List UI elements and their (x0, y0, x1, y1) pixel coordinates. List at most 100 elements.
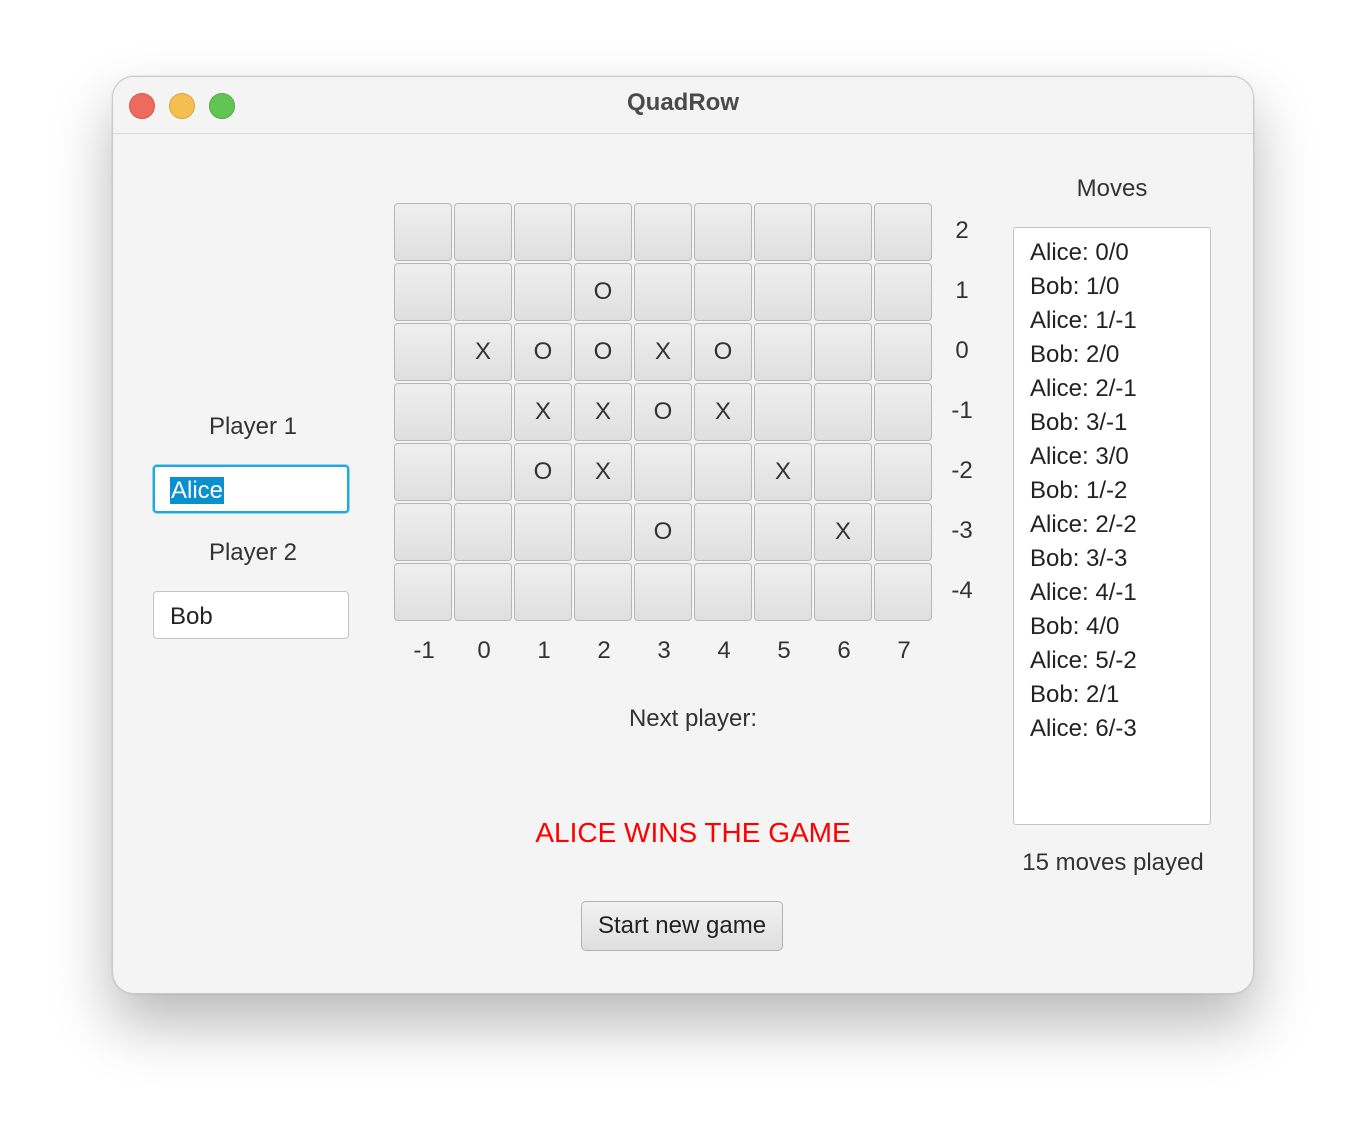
board-cell[interactable] (394, 263, 452, 321)
board-cell[interactable] (814, 563, 872, 621)
board-cell[interactable] (574, 203, 632, 261)
column-coordinate-label: 6 (837, 637, 851, 664)
board-cell[interactable] (634, 263, 692, 321)
board-cell[interactable] (454, 563, 512, 621)
row-coordinate-label: 2 (955, 217, 969, 244)
board-cell[interactable]: X (814, 503, 872, 561)
board-cell[interactable] (754, 203, 812, 261)
board-cell[interactable] (394, 383, 452, 441)
move-list-item[interactable]: Bob: 3/-3 (1030, 542, 1210, 576)
move-list-item[interactable]: Bob: 3/-1 (1030, 406, 1210, 440)
row-coordinate-label: -1 (951, 397, 973, 424)
board-cell[interactable] (634, 443, 692, 501)
board-cell[interactable] (514, 503, 572, 561)
move-list-item[interactable]: Alice: 2/-1 (1030, 372, 1210, 406)
board-cell[interactable]: O (574, 323, 632, 381)
board-cell[interactable] (454, 203, 512, 261)
board-cell[interactable]: O (634, 503, 692, 561)
column-coordinate-label: 1 (537, 637, 551, 664)
board-cell[interactable] (394, 323, 452, 381)
moves-list[interactable]: Alice: 0/0 Bob: 1/0 Alice: 1/-1 Bob: 2/0 Ali… (1013, 227, 1211, 825)
title-bar: QuadRow (113, 77, 1253, 134)
board-cell[interactable] (394, 203, 452, 261)
board-cell[interactable] (394, 563, 452, 621)
board-cell[interactable] (874, 503, 932, 561)
move-list-item[interactable]: Bob: 1/0 (1030, 270, 1210, 304)
board-cell[interactable]: X (634, 323, 692, 381)
board-cell[interactable] (754, 263, 812, 321)
window-title: QuadRow (627, 89, 739, 116)
board-cell[interactable] (694, 503, 752, 561)
move-list-item[interactable]: Alice: 4/-1 (1030, 576, 1210, 610)
column-coordinate-label: 7 (897, 637, 911, 664)
board-cell[interactable] (694, 563, 752, 621)
row-coordinate-label: -2 (951, 457, 973, 484)
board-cell[interactable] (574, 563, 632, 621)
move-list-item[interactable]: Bob: 2/0 (1030, 338, 1210, 372)
board-cell[interactable] (814, 263, 872, 321)
board-cell[interactable]: X (454, 323, 512, 381)
player2-name-field[interactable]: Bob (153, 591, 349, 639)
move-list-item[interactable]: Bob: 2/1 (1030, 678, 1210, 712)
board-cell[interactable] (634, 203, 692, 261)
column-coordinate-label: 4 (717, 637, 731, 664)
board-cell[interactable]: X (694, 383, 752, 441)
board-cell[interactable] (454, 263, 512, 321)
board-cell[interactable]: X (754, 443, 812, 501)
board-cell[interactable] (394, 503, 452, 561)
board-cell[interactable] (874, 383, 932, 441)
board-cell[interactable] (814, 323, 872, 381)
moves-count: 15 moves played (1022, 849, 1204, 876)
board-cell[interactable] (874, 203, 932, 261)
move-list-item[interactable]: Alice: 5/-2 (1030, 644, 1210, 678)
move-list-item[interactable]: Alice: 1/-1 (1030, 304, 1210, 338)
board-cell[interactable] (874, 443, 932, 501)
board-cell[interactable]: X (574, 383, 632, 441)
row-coordinate-label: -4 (951, 577, 973, 604)
board-cell[interactable] (814, 443, 872, 501)
board-cell[interactable] (634, 563, 692, 621)
board-cell[interactable]: O (634, 383, 692, 441)
board-cell[interactable] (454, 443, 512, 501)
board-cell[interactable]: X (514, 383, 572, 441)
column-coordinate-label: 5 (777, 637, 791, 664)
column-coordinate-label: 3 (657, 637, 671, 664)
board-cell[interactable] (814, 203, 872, 261)
move-list-item[interactable]: Alice: 3/0 (1030, 440, 1210, 474)
board-cell[interactable]: O (574, 263, 632, 321)
column-coordinate-label: 2 (597, 637, 611, 664)
player1-name-value: Alice (170, 477, 225, 504)
start-new-game-button[interactable]: Start new game (581, 901, 783, 951)
player1-name-field[interactable]: Alice (153, 465, 349, 513)
board-cell[interactable] (694, 443, 752, 501)
board-cell[interactable] (754, 503, 812, 561)
board-cell[interactable] (754, 383, 812, 441)
board-cell[interactable]: O (514, 323, 572, 381)
board-cell[interactable] (514, 563, 572, 621)
board-cell[interactable] (754, 563, 812, 621)
board-cell[interactable] (874, 563, 932, 621)
board-cell[interactable] (694, 263, 752, 321)
move-list-item[interactable]: Alice: 0/0 (1030, 236, 1210, 270)
board-cell[interactable] (694, 203, 752, 261)
board-cell[interactable] (454, 503, 512, 561)
board-cell[interactable]: O (694, 323, 752, 381)
move-list-item[interactable]: Bob: 4/0 (1030, 610, 1210, 644)
board-cell[interactable] (754, 323, 812, 381)
board-cell[interactable] (874, 263, 932, 321)
move-list-item[interactable]: Bob: 1/-2 (1030, 474, 1210, 508)
board-cell[interactable] (514, 203, 572, 261)
board-cell[interactable] (874, 323, 932, 381)
move-list-item[interactable]: Alice: 2/-2 (1030, 508, 1210, 542)
board-cell[interactable] (394, 443, 452, 501)
row-coordinate-label: -3 (951, 517, 973, 544)
board-cell[interactable] (814, 383, 872, 441)
board-cell[interactable] (514, 263, 572, 321)
moves-header: Moves (1076, 175, 1148, 202)
board-cell[interactable] (574, 503, 632, 561)
board-cell[interactable]: O (514, 443, 572, 501)
board-cell[interactable] (454, 383, 512, 441)
move-list-item[interactable]: Alice: 6/-3 (1030, 712, 1210, 746)
column-coordinate-label: -1 (413, 637, 435, 664)
board-cell[interactable]: X (574, 443, 632, 501)
